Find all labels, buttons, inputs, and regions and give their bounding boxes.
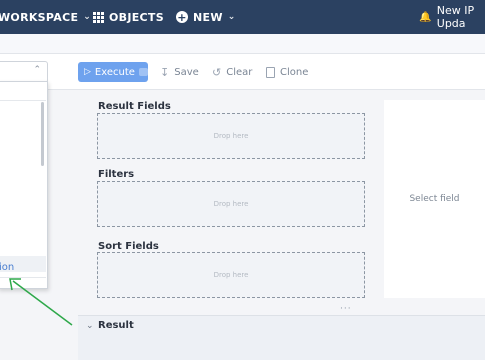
dropdown-scrollbar[interactable] bbox=[41, 102, 44, 166]
clone-label: Clone bbox=[280, 66, 309, 78]
objects-label: OBJECTS bbox=[109, 10, 164, 24]
subheader-bar bbox=[0, 34, 485, 54]
drop-placeholder: Drop here bbox=[213, 200, 249, 208]
chevron-down-icon[interactable]: ⌄ bbox=[86, 321, 94, 331]
save-button[interactable]: ↧ Save bbox=[160, 62, 199, 82]
filters-dropzone[interactable]: Drop here bbox=[97, 181, 365, 227]
objects-menu[interactable]: OBJECTS bbox=[93, 0, 164, 34]
plus-circle-icon: + bbox=[176, 10, 188, 24]
chevron-down-icon: ⌄ bbox=[227, 12, 236, 22]
object-dropdown-popup: ion bbox=[0, 81, 48, 289]
undo-icon: ↺ bbox=[212, 65, 222, 79]
properties-placeholder: Select field bbox=[409, 194, 460, 204]
resize-handle[interactable]: ··· bbox=[340, 304, 352, 314]
object-select[interactable]: ⌃ bbox=[0, 61, 48, 83]
new-label: NEW bbox=[193, 10, 223, 24]
sort-fields-label: Sort Fields bbox=[98, 241, 159, 252]
clear-button[interactable]: ↺ Clear bbox=[212, 62, 252, 82]
result-fields-label: Result Fields bbox=[98, 101, 171, 112]
keyboard-icon bbox=[138, 68, 148, 76]
clone-icon bbox=[266, 66, 275, 78]
execute-button[interactable]: ▷ Execute bbox=[78, 62, 148, 82]
notification-item[interactable]: 🔔 New IP Upda bbox=[419, 0, 485, 34]
clone-button[interactable]: Clone bbox=[266, 62, 308, 82]
chevron-down-icon: ⌃ bbox=[33, 65, 41, 75]
result-panel: ⌄ Result bbox=[78, 315, 485, 360]
chevron-down-icon: ⌄ bbox=[83, 12, 92, 22]
grid-icon bbox=[93, 11, 104, 23]
save-label: Save bbox=[174, 66, 199, 78]
notification-text: New IP Upda bbox=[436, 4, 475, 30]
clear-label: Clear bbox=[226, 66, 253, 78]
query-builder-panel: Result Fields Drop here Filters Drop her… bbox=[78, 90, 485, 310]
drop-placeholder: Drop here bbox=[213, 271, 249, 279]
workspace-menu[interactable]: WORKSPACE ⌄ bbox=[0, 0, 91, 34]
drop-placeholder: Drop here bbox=[213, 132, 249, 140]
bell-icon: 🔔 bbox=[419, 11, 432, 23]
filters-label: Filters bbox=[98, 169, 135, 180]
execute-label: Execute bbox=[94, 66, 135, 78]
dropdown-footer-link[interactable]: ion bbox=[0, 262, 14, 273]
sort-fields-dropzone[interactable]: Drop here bbox=[97, 252, 365, 298]
workspace-label: WORKSPACE bbox=[0, 10, 79, 24]
query-toolbar: ⌃ ▷ Execute ↧ Save ↺ Clear Clone bbox=[0, 54, 485, 90]
dropdown-options-list[interactable] bbox=[0, 100, 46, 278]
result-label: Result bbox=[98, 320, 134, 331]
play-icon: ▷ bbox=[84, 67, 91, 77]
save-icon: ↧ bbox=[160, 65, 170, 79]
top-nav-bar: WORKSPACE ⌄ OBJECTS + NEW ⌄ 🔔 New IP Upd… bbox=[0, 0, 485, 34]
field-properties-pane: Select field bbox=[384, 100, 485, 298]
new-menu[interactable]: + NEW ⌄ bbox=[176, 0, 236, 34]
result-fields-dropzone[interactable]: Drop here bbox=[97, 113, 365, 159]
